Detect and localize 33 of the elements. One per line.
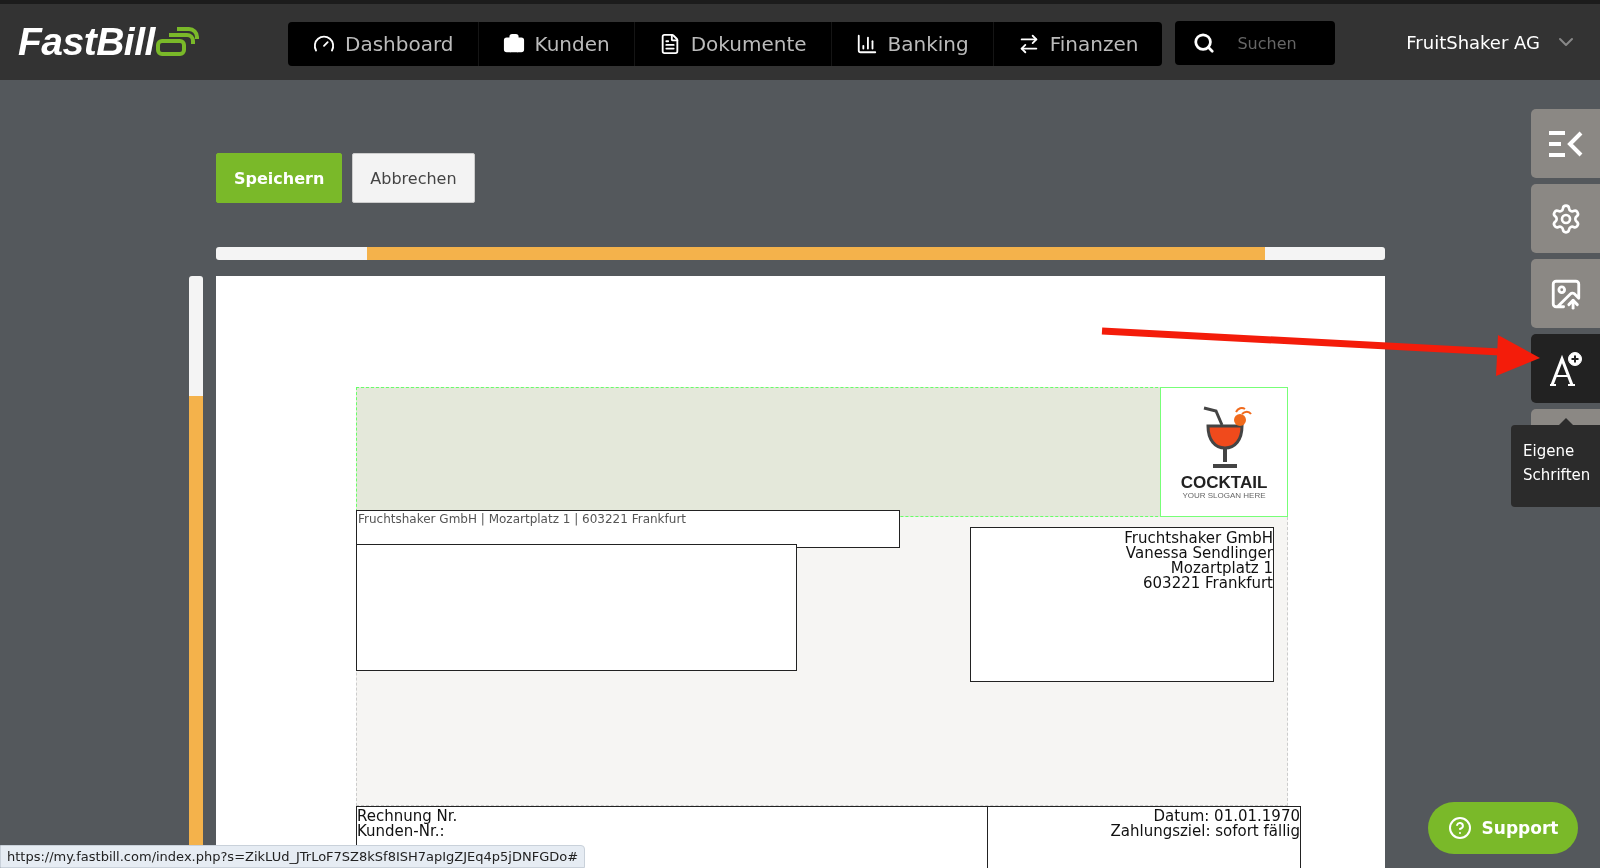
nav-link[interactable]: Dashboard — [288, 22, 478, 66]
address-box[interactable] — [356, 544, 797, 671]
logo-mark-icon — [154, 26, 199, 58]
font-add-icon — [1548, 350, 1583, 387]
status-url: https://my.fastbill.com/index.php?s=ZikLUd_JTrLoF7SZ8kSf8ISH7apIgZJEq4p5jDNFGDo# — [0, 845, 586, 868]
recipient-line: Fruchtshaker GmbH — [1123, 531, 1273, 546]
search-icon[interactable] — [1193, 32, 1216, 54]
meta-value: Zahlungsziel: sofort fällig — [1109, 824, 1300, 839]
collapse-panel-icon — [1548, 129, 1583, 158]
help-icon — [1447, 816, 1472, 840]
fastbill-logo[interactable]: FastBill — [18, 20, 155, 64]
nav-link[interactable]: Finanzen — [992, 22, 1163, 66]
briefcase-icon — [502, 33, 525, 55]
meta-label: Kunden-Nr.: — [357, 824, 446, 839]
recipient-line: Vanessa Sendlinger — [1124, 546, 1273, 561]
search-field[interactable]: Suchen — [1235, 32, 1330, 54]
tooltip: Eigene Schriften — [1511, 425, 1600, 507]
recipient-line: Mozartplatz 1 — [1170, 561, 1273, 576]
meta-value: Datum: 01.01.1970 — [1153, 809, 1300, 824]
logo-slogan: YOUR SLOGAN HERE — [1182, 491, 1266, 500]
logo-box[interactable]: COCKTAIL YOUR SLOGAN HERE — [1160, 387, 1288, 517]
sidebar-tool[interactable] — [1531, 334, 1600, 403]
recipient-box[interactable]: Fruchtshaker GmbH Vanessa Sendlinger Mozartplatz 1 603221 Frankfurt — [970, 527, 1274, 682]
nav-link[interactable]: Dokumente — [633, 22, 831, 66]
search-box[interactable]: Suchen — [1175, 21, 1336, 65]
logo-name: COCKTAIL — [1180, 474, 1268, 491]
account-name[interactable]: FruitShaker AG — [1406, 31, 1540, 53]
bar-chart-icon — [855, 33, 878, 55]
nav-link[interactable]: Kunden — [477, 22, 634, 66]
recipient-line: 603221 Frankfurt — [1142, 576, 1273, 591]
nav-link[interactable]: Banking — [830, 22, 993, 66]
meta-label: Rechnung Nr. — [357, 809, 459, 824]
cancel-button[interactable]: Abbrechen — [352, 153, 475, 203]
